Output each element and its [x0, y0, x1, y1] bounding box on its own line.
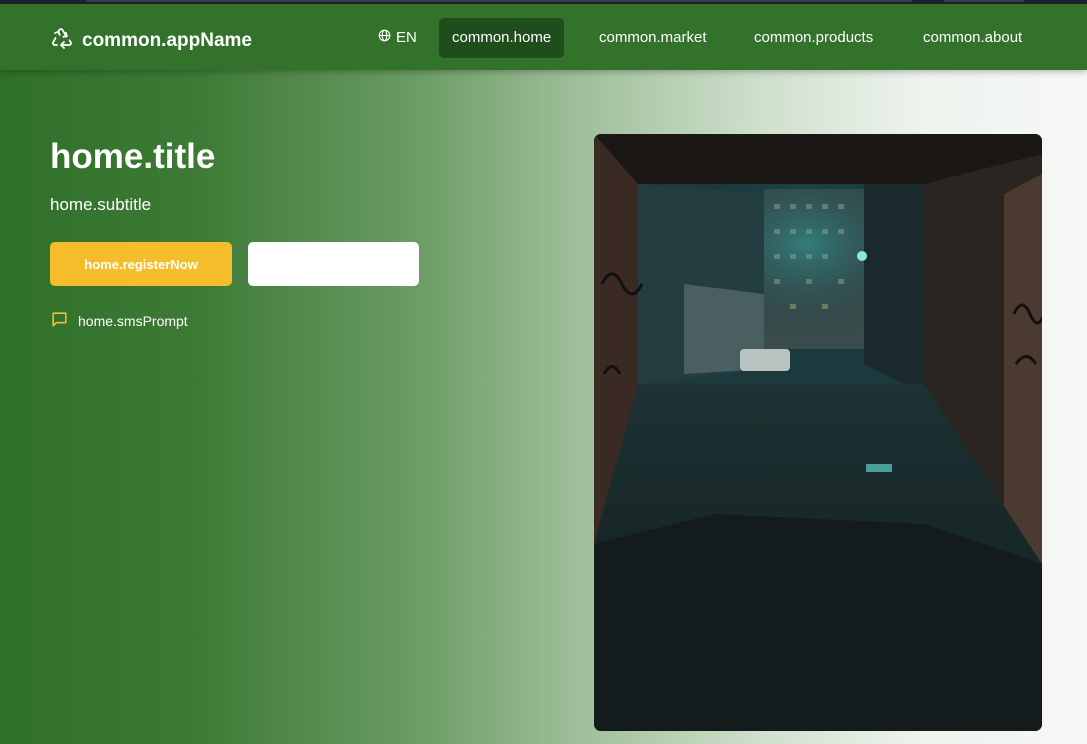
- app-name: common.appName: [82, 29, 252, 51]
- hero-title: home.title: [50, 137, 216, 176]
- globe-icon: [378, 29, 391, 46]
- secondary-button[interactable]: [248, 242, 419, 286]
- nav-home[interactable]: common.home: [439, 18, 565, 58]
- nav-products[interactable]: common.products: [741, 18, 886, 58]
- recycle-icon: [50, 26, 74, 55]
- message-icon: [50, 310, 69, 332]
- language-label: EN: [396, 29, 417, 46]
- register-now-button[interactable]: home.registerNow: [50, 242, 232, 286]
- tab-bar-segment: [86, 0, 912, 2]
- brand-logo[interactable]: common.appName: [50, 26, 252, 55]
- hero-subtitle: home.subtitle: [50, 195, 152, 214]
- sms-prompt-text: home.smsPrompt: [78, 313, 188, 329]
- nav-about[interactable]: common.about: [910, 18, 1035, 58]
- hero-image-dark-alley: [594, 134, 1042, 731]
- nav-market[interactable]: common.market: [586, 18, 720, 58]
- language-selector[interactable]: EN: [378, 29, 417, 46]
- tab-bar-segment: [944, 0, 1024, 2]
- sms-prompt: home.smsPrompt: [50, 310, 188, 332]
- alley-photo-illustration: [594, 134, 1042, 731]
- site-header: common.appName EN common.home common.mar…: [0, 4, 1087, 70]
